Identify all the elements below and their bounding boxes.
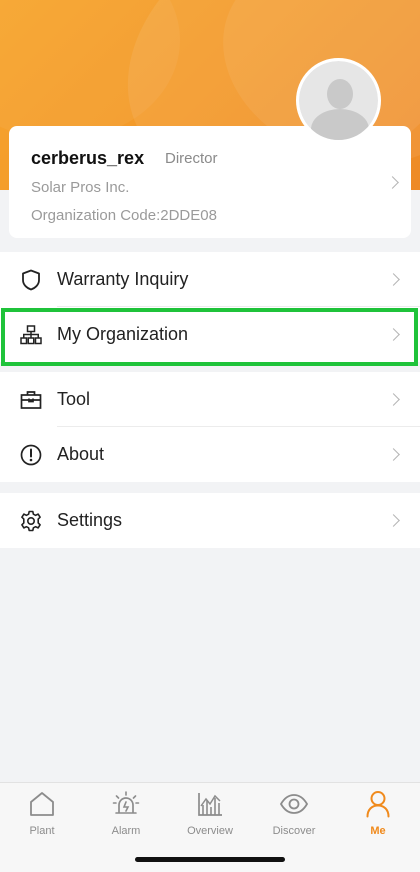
menu-group-settings: Settings	[0, 493, 420, 548]
chevron-right-icon	[386, 176, 399, 189]
chart-icon	[195, 789, 225, 819]
menu-item-warranty-inquiry[interactable]: Warranty Inquiry	[0, 252, 420, 307]
chevron-right-icon	[387, 273, 400, 286]
organization-code: Organization Code:2DDE08	[31, 207, 217, 224]
info-circle-icon	[20, 444, 42, 466]
user-role: Director	[165, 150, 218, 167]
menu-item-my-organization[interactable]: My Organization	[0, 307, 420, 362]
tab-alarm[interactable]: Alarm	[84, 789, 168, 845]
menu-label-organization: My Organization	[57, 324, 189, 344]
org-chart-icon	[20, 324, 42, 346]
tab-me[interactable]: Me	[336, 789, 420, 845]
tab-label-plant: Plant	[29, 825, 55, 837]
tab-label-alarm: Alarm	[111, 825, 141, 837]
chevron-right-icon	[387, 514, 400, 527]
menu-group-primary: Warranty Inquiry My Organization	[0, 252, 420, 362]
username: cerberus_rex	[31, 148, 145, 168]
company-name: Solar Pros Inc.	[31, 179, 130, 196]
alarm-siren-icon	[111, 789, 141, 819]
house-icon	[27, 789, 57, 819]
menu-label-warranty: Warranty Inquiry	[57, 269, 189, 289]
person-icon	[363, 789, 393, 819]
avatar[interactable]	[296, 58, 381, 143]
profile-card[interactable]: cerberus_rex Director Solar Pros Inc. Or…	[9, 126, 411, 238]
tab-label-me: Me	[370, 825, 386, 837]
tab-plant[interactable]: Plant	[0, 789, 84, 845]
menu-group-secondary: Tool About	[0, 372, 420, 482]
menu-label-settings: Settings	[57, 510, 123, 530]
menu-item-tool[interactable]: Tool	[0, 372, 420, 427]
chevron-right-icon	[387, 448, 400, 461]
shield-icon	[20, 269, 42, 291]
menu-item-about[interactable]: About	[0, 427, 420, 482]
menu-label-tool: Tool	[57, 389, 91, 409]
menu-label-about: About	[57, 444, 105, 464]
chevron-right-icon	[387, 393, 400, 406]
tab-label-discover: Discover	[272, 825, 316, 837]
tab-overview[interactable]: Overview	[168, 789, 252, 845]
toolbox-icon	[20, 389, 42, 411]
tab-label-overview: Overview	[187, 825, 233, 837]
eye-icon	[279, 789, 309, 819]
chevron-right-icon	[387, 328, 400, 341]
home-indicator	[135, 857, 285, 862]
gear-icon	[20, 510, 42, 532]
menu-item-settings[interactable]: Settings	[0, 493, 420, 548]
tab-discover[interactable]: Discover	[252, 789, 336, 845]
